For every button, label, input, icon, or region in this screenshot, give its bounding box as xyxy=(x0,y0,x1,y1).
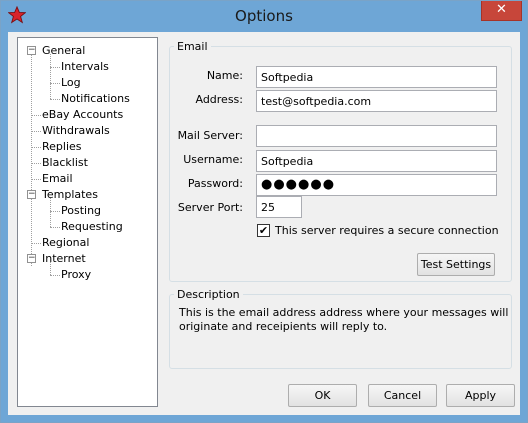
collapse-icon[interactable]: − xyxy=(27,254,36,263)
name-field[interactable] xyxy=(256,66,497,88)
options-tree[interactable]: − − − General Intervals Log Notification… xyxy=(17,37,158,407)
username-field[interactable] xyxy=(256,150,497,172)
mail-server-field[interactable] xyxy=(256,125,497,147)
tree-connector xyxy=(50,275,60,276)
window-title: Options xyxy=(235,7,293,25)
password-field[interactable]: ●●●●●● xyxy=(256,174,497,196)
tree-item-replies[interactable]: Replies xyxy=(42,139,82,154)
tree-connector xyxy=(31,147,41,148)
tree-connector xyxy=(50,54,51,99)
tree-item-regional[interactable]: Regional xyxy=(42,235,89,250)
tree-item-email[interactable]: Email xyxy=(42,171,73,186)
ok-button[interactable]: OK xyxy=(288,384,357,407)
tree-connector xyxy=(31,163,41,164)
collapse-icon[interactable]: − xyxy=(27,46,36,55)
tree-item-notifications[interactable]: Notifications xyxy=(61,91,130,106)
tree-connector xyxy=(31,52,32,266)
tree-item-templates[interactable]: Templates xyxy=(42,187,98,202)
test-settings-button[interactable]: Test Settings xyxy=(417,253,495,276)
tree-connector xyxy=(31,179,41,180)
tree-item-proxy[interactable]: Proxy xyxy=(61,267,91,282)
close-button[interactable]: ✕ xyxy=(481,1,522,21)
dialog-client-area: − − − General Intervals Log Notification… xyxy=(8,32,520,415)
server-port-field[interactable] xyxy=(256,196,302,218)
collapse-icon[interactable]: − xyxy=(27,190,36,199)
server-port-label: Server Port: xyxy=(177,201,243,214)
username-label: Username: xyxy=(183,153,243,166)
tree-connector xyxy=(50,211,60,212)
tree-item-log[interactable]: Log xyxy=(61,75,81,90)
password-label: Password: xyxy=(187,177,243,190)
title-bar[interactable]: Options ✕ xyxy=(1,1,527,32)
tree-item-requesting[interactable]: Requesting xyxy=(61,219,123,234)
address-field[interactable] xyxy=(256,90,497,112)
tree-connector xyxy=(50,99,60,100)
email-group-title: Email xyxy=(174,40,211,53)
cancel-button[interactable]: Cancel xyxy=(368,384,437,407)
tree-item-internet[interactable]: Internet xyxy=(42,251,86,266)
tree-connector xyxy=(50,227,60,228)
tree-item-posting[interactable]: Posting xyxy=(61,203,101,218)
close-icon: ✕ xyxy=(496,2,507,17)
tree-connector xyxy=(50,198,51,227)
name-label: Name: xyxy=(206,69,243,82)
tree-connector xyxy=(50,67,60,68)
tree-connector xyxy=(31,131,41,132)
tree-item-intervals[interactable]: Intervals xyxy=(61,59,109,74)
tree-item-withdrawals[interactable]: Withdrawals xyxy=(42,123,110,138)
options-window: Options ✕ − − − General Intervals Log No… xyxy=(0,0,528,423)
secure-connection-checkbox[interactable]: ✔ xyxy=(257,224,270,237)
address-label: Address: xyxy=(195,93,243,106)
apply-button[interactable]: Apply xyxy=(446,384,515,407)
tree-item-general[interactable]: General xyxy=(42,43,85,58)
tree-item-ebay-accounts[interactable]: eBay Accounts xyxy=(42,107,123,122)
description-line-1: This is the email address address where … xyxy=(179,306,509,319)
description-line-2: originate and receipients will reply to. xyxy=(179,320,388,333)
tree-connector xyxy=(50,83,60,84)
tree-connector xyxy=(31,115,41,116)
tree-connector xyxy=(31,243,41,244)
secure-connection-label[interactable]: This server requires a secure connection xyxy=(275,223,499,238)
tree-item-blacklist[interactable]: Blacklist xyxy=(42,155,88,170)
description-group-title: Description xyxy=(174,288,243,301)
mail-server-label: Mail Server: xyxy=(177,129,243,142)
